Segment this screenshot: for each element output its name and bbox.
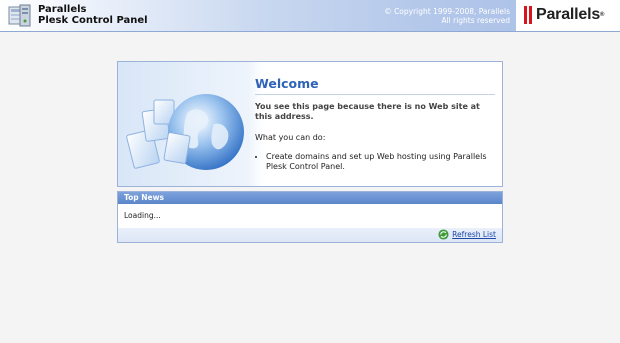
parallels-logo-bars-icon [524, 6, 533, 24]
action-list-item: Create domains and set up Web hosting us… [266, 152, 495, 172]
logo-registered-mark: ® [600, 12, 605, 18]
refresh-list-label[interactable]: Refresh List [452, 230, 496, 239]
copyright-notice: © Copyright 1999-2008, Parallels All rig… [384, 7, 510, 25]
news-footer: Refresh List [118, 228, 502, 242]
refresh-list-link[interactable]: Refresh List [438, 229, 496, 240]
globe-illustration [126, 94, 244, 170]
copyright-line2: All rights reserved [441, 16, 510, 25]
action-list: Create domains and set up Web hosting us… [255, 152, 495, 172]
parallels-logo[interactable]: Parallels® [516, 0, 620, 31]
welcome-message: You see this page because there is no We… [255, 102, 480, 121]
welcome-title: Welcome [255, 76, 495, 95]
what-you-can-do-label: What you can do: [255, 133, 326, 142]
logo-text: Parallels [536, 6, 601, 23]
top-news-panel: Top News Loading... Refresh List [117, 191, 503, 243]
product-name-line1: Parallels [38, 4, 87, 15]
product-name: Parallels Plesk Control Panel [38, 4, 148, 26]
welcome-panel: Welcome You see this page because there … [117, 61, 503, 187]
top-news-header: Top News [118, 192, 502, 204]
plesk-app-icon [8, 4, 31, 27]
news-loading-text: Loading... [124, 211, 161, 220]
product-name-line2: Plesk Control Panel [38, 15, 148, 26]
header-bar: Parallels Plesk Control Panel © Copyrigh… [0, 0, 620, 32]
copyright-line1: © Copyright 1999-2008, Parallels [384, 7, 510, 16]
refresh-icon [438, 229, 449, 240]
